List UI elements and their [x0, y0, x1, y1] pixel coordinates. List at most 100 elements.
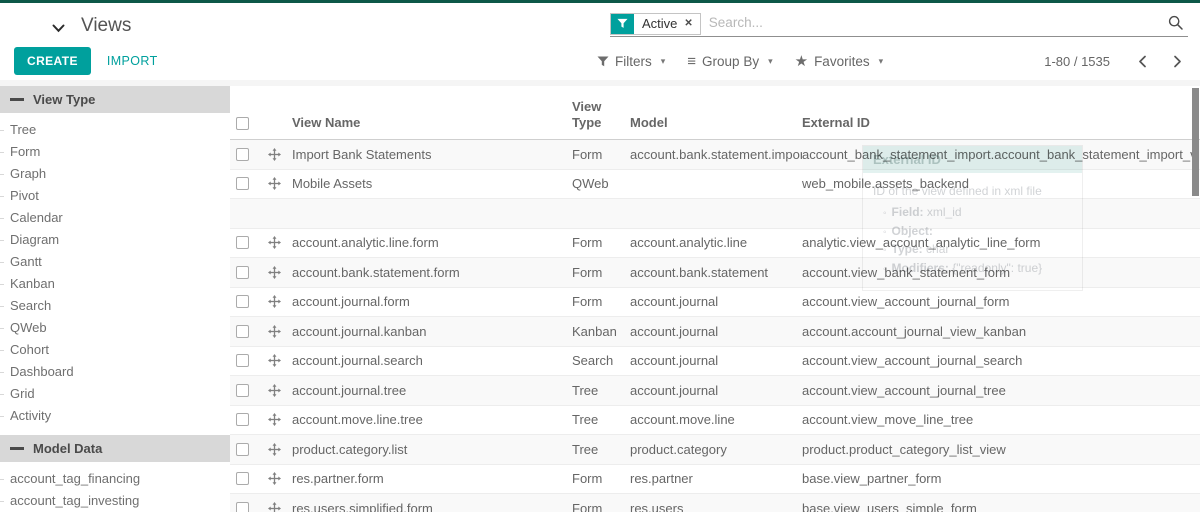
column-header-external-id[interactable]: External ID — [802, 115, 1200, 131]
sidebar-item[interactable]: Calendar — [0, 207, 230, 229]
row-checkbox-cell — [236, 502, 268, 512]
filters-dropdown[interactable]: Filters ▾ — [597, 54, 665, 69]
table-row[interactable]: account.bank.statement.formFormaccount.b… — [230, 258, 1200, 288]
table-row[interactable]: account.journal.searchSearchaccount.jour… — [230, 347, 1200, 377]
sidebar-item[interactable]: account_tag_financing — [0, 468, 230, 490]
view-name-cell: product.category.list — [292, 442, 572, 457]
model-cell: account.journal — [630, 383, 802, 398]
external-id-cell: analytic.view_account_analytic_line_form — [802, 235, 1200, 250]
sidebar-item[interactable]: Cohort — [0, 339, 230, 361]
column-header-model[interactable]: Model — [630, 115, 802, 131]
drag-handle-icon[interactable] — [268, 472, 292, 485]
table-row[interactable]: res.partner.formFormres.partnerbase.view… — [230, 465, 1200, 495]
favorites-label: Favorites — [814, 54, 870, 69]
drag-handle-icon[interactable] — [268, 266, 292, 279]
favorites-dropdown[interactable]: ★ Favorites ▾ — [795, 54, 884, 69]
row-checkbox[interactable] — [236, 266, 249, 279]
sidebar-item[interactable]: QWeb — [0, 317, 230, 339]
drag-handle-icon[interactable] — [268, 177, 292, 190]
pager: 1-80 / 1535 — [1044, 47, 1186, 75]
chevron-down-icon[interactable] — [52, 20, 65, 33]
row-checkbox-cell — [236, 266, 268, 279]
row-checkbox-cell — [236, 295, 268, 308]
drag-handle-icon[interactable] — [268, 502, 292, 512]
view-type-cell: Tree — [572, 442, 630, 457]
table-row[interactable]: Import Bank StatementsFormaccount.bank.s… — [230, 140, 1200, 170]
drag-handle-icon[interactable] — [268, 443, 292, 456]
sidebar-item[interactable]: Diagram — [0, 229, 230, 251]
section-title: View Type — [33, 92, 95, 107]
sidebar-item[interactable]: Search — [0, 295, 230, 317]
action-buttons: CREATE IMPORT — [14, 47, 158, 75]
row-checkbox[interactable] — [236, 177, 249, 190]
view-type-cell: QWeb — [572, 176, 630, 191]
table-row[interactable]: account.journal.treeTreeaccount.journala… — [230, 376, 1200, 406]
row-checkbox[interactable] — [236, 472, 249, 485]
search-icon[interactable] — [1168, 15, 1188, 33]
group-by-label: Group By — [702, 54, 759, 69]
column-header-view-name[interactable]: View Name — [292, 115, 572, 131]
model-cell: res.users — [630, 501, 802, 512]
drag-handle-icon[interactable] — [268, 236, 292, 249]
external-id-cell: account.view_bank_statement_form — [802, 265, 1200, 280]
group-by-dropdown[interactable]: ≡ Group By ▾ — [687, 54, 772, 69]
table-row[interactable]: Mobile AssetsQWebweb_mobile.assets_backe… — [230, 170, 1200, 200]
search-facet-active[interactable]: Active ✕ — [610, 13, 701, 35]
section-title: Model Data — [33, 441, 102, 456]
table-row[interactable]: res.users.simplified.formFormres.usersba… — [230, 494, 1200, 512]
row-checkbox[interactable] — [236, 413, 249, 426]
row-checkbox[interactable] — [236, 502, 249, 512]
list-view: View Name View Type Model External ID Im… — [230, 86, 1200, 512]
drag-handle-icon[interactable] — [268, 325, 292, 338]
external-id-cell: base.view_users_simple_form — [802, 501, 1200, 512]
import-button[interactable]: IMPORT — [107, 54, 158, 68]
table-row[interactable]: account.journal.kanbanKanbanaccount.jour… — [230, 317, 1200, 347]
drag-handle-icon[interactable] — [268, 354, 292, 367]
sidebar-item[interactable]: account_tag_investing — [0, 490, 230, 512]
search-input[interactable] — [701, 15, 1168, 32]
table-header-row: View Name View Type Model External ID — [230, 86, 1200, 140]
table-body: Import Bank StatementsFormaccount.bank.s… — [230, 140, 1200, 512]
row-checkbox[interactable] — [236, 354, 249, 367]
sidebar-item[interactable]: Grid — [0, 383, 230, 405]
pager-next-button[interactable] — [1169, 51, 1186, 72]
sidebar-item[interactable]: Graph — [0, 163, 230, 185]
sidebar-item[interactable]: Tree — [0, 119, 230, 141]
sidebar-item[interactable]: Activity — [0, 405, 230, 427]
sidebar-item[interactable]: Pivot — [0, 185, 230, 207]
chevron-down-icon: ▾ — [879, 56, 884, 67]
table-row-empty[interactable] — [230, 199, 1200, 229]
row-checkbox[interactable] — [236, 325, 249, 338]
search-panel-sidebar: View Type TreeFormGraphPivotCalendarDiag… — [0, 86, 230, 512]
collapse-dash-icon — [10, 447, 24, 450]
sidebar-section-model-data[interactable]: Model Data — [0, 435, 230, 462]
row-checkbox[interactable] — [236, 148, 249, 161]
chevron-down-icon: ▾ — [661, 56, 666, 67]
drag-handle-icon[interactable] — [268, 384, 292, 397]
column-header-view-type[interactable]: View Type — [572, 99, 630, 132]
facet-remove-icon[interactable]: ✕ — [682, 14, 699, 34]
table-row[interactable]: product.category.listTreeproduct.categor… — [230, 435, 1200, 465]
select-all-checkbox[interactable] — [236, 117, 249, 130]
breadcrumb: Views — [52, 15, 131, 37]
pager-previous-button[interactable] — [1134, 51, 1151, 72]
row-checkbox[interactable] — [236, 384, 249, 397]
row-checkbox[interactable] — [236, 295, 249, 308]
sidebar-item[interactable]: Kanban — [0, 273, 230, 295]
row-checkbox[interactable] — [236, 443, 249, 456]
sidebar-section-view-type[interactable]: View Type — [0, 86, 230, 113]
create-button[interactable]: CREATE — [14, 47, 91, 75]
table-row[interactable]: account.journal.formFormaccount.journala… — [230, 288, 1200, 318]
drag-handle-icon[interactable] — [268, 295, 292, 308]
drag-handle-icon[interactable] — [268, 148, 292, 161]
row-checkbox[interactable] — [236, 236, 249, 249]
table-row[interactable]: account.analytic.line.formFormaccount.an… — [230, 229, 1200, 259]
sidebar-item[interactable]: Form — [0, 141, 230, 163]
table-row[interactable]: account.move.line.treeTreeaccount.move.l… — [230, 406, 1200, 436]
scrollbar[interactable] — [1192, 88, 1199, 196]
view-name-cell: account.journal.search — [292, 353, 572, 368]
view-name-cell: Mobile Assets — [292, 176, 572, 191]
sidebar-item[interactable]: Gantt — [0, 251, 230, 273]
drag-handle-icon[interactable] — [268, 413, 292, 426]
sidebar-item[interactable]: Dashboard — [0, 361, 230, 383]
